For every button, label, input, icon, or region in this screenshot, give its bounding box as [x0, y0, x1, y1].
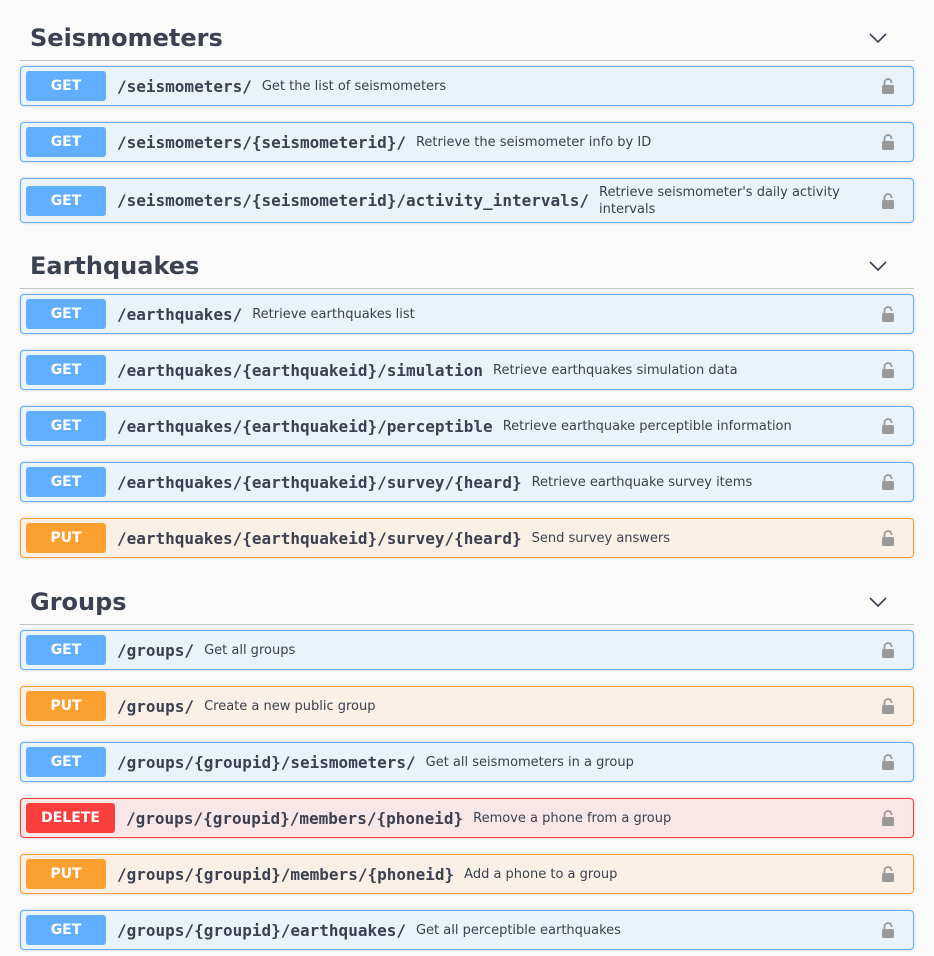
tag-header-groups[interactable]: Groups — [20, 573, 914, 625]
lock-icon[interactable] — [881, 192, 895, 210]
lock-icon[interactable] — [881, 361, 895, 379]
lock-icon[interactable] — [881, 641, 895, 659]
lock-icon[interactable] — [881, 529, 895, 547]
operation-path: /seismometers/{seismometerid}/ — [117, 132, 406, 152]
method-badge: GET — [26, 355, 106, 385]
lock-icon[interactable] — [881, 697, 895, 715]
operation-path: /seismometers/{seismometerid}/activity_i… — [117, 191, 590, 210]
operation-get-group-seismometers[interactable]: GET /groups/{groupid}/seismometers/ Get … — [20, 742, 914, 782]
operation-summary: Remove a phone from a group — [473, 810, 672, 826]
method-badge: GET — [26, 185, 106, 216]
operation-summary: Get all perceptible earthquakes — [415, 922, 621, 938]
operation-put-group-member[interactable]: PUT /groups/{groupid}/members/{phoneid} … — [20, 854, 914, 894]
operation-path: /earthquakes/{earthquakeid}/survey/{hear… — [117, 472, 522, 492]
lock-icon[interactable] — [881, 753, 895, 771]
operation-summary: Get all seismometers in a group — [425, 754, 634, 770]
operation-get-seismometer-by-id[interactable]: GET /seismometers/{seismometerid}/ Retri… — [20, 122, 914, 162]
chevron-down-icon[interactable] — [868, 31, 888, 45]
operation-path: /groups/{groupid}/seismometers/ — [117, 752, 416, 772]
operation-get-earthquake-perceptible[interactable]: GET /earthquakes/{earthquakeid}/percepti… — [20, 406, 914, 446]
lock-icon[interactable] — [881, 133, 895, 151]
method-badge: PUT — [26, 523, 106, 553]
operation-summary: Add a phone to a group — [464, 866, 618, 882]
method-badge: GET — [26, 71, 106, 101]
chevron-down-icon[interactable] — [868, 595, 888, 609]
lock-icon[interactable] — [881, 865, 895, 883]
method-badge: GET — [26, 127, 106, 157]
lock-icon[interactable] — [881, 921, 895, 939]
operation-path: /groups/ — [117, 696, 195, 716]
lock-icon[interactable] — [881, 305, 895, 323]
operation-path: /groups/{groupid}/members/{phoneid} — [117, 864, 455, 884]
operation-delete-group-member[interactable]: DELETE /groups/{groupid}/members/{phonei… — [20, 798, 914, 838]
operation-summary: Retrieve earthquake perceptible informat… — [502, 418, 792, 434]
method-badge: PUT — [26, 691, 106, 721]
operation-path: /earthquakes/ — [117, 304, 243, 324]
operation-get-seismometers[interactable]: GET /seismometers/ Get the list of seism… — [20, 66, 914, 106]
lock-icon[interactable] — [881, 809, 895, 827]
method-badge: GET — [26, 299, 106, 329]
operation-path: /earthquakes/{earthquakeid}/perceptible — [117, 416, 493, 436]
method-badge: GET — [26, 411, 106, 441]
operation-summary: Retrieve the seismometer info by ID — [415, 134, 652, 150]
operation-put-earthquake-survey[interactable]: PUT /earthquakes/{earthquakeid}/survey/{… — [20, 518, 914, 558]
operation-summary: Retrieve earthquake survey items — [531, 474, 753, 490]
operation-get-group-earthquakes[interactable]: GET /groups/{groupid}/earthquakes/ Get a… — [20, 910, 914, 950]
tag-title: Seismometers — [30, 24, 223, 52]
operation-get-earthquake-simulation[interactable]: GET /earthquakes/{earthquakeid}/simulati… — [20, 350, 914, 390]
method-badge: GET — [26, 467, 106, 497]
chevron-down-icon[interactable] — [868, 259, 888, 273]
method-badge: PUT — [26, 859, 106, 889]
tag-section-earthquakes: Earthquakes — [20, 237, 914, 289]
tag-section-groups: Groups — [20, 573, 914, 625]
operation-put-groups[interactable]: PUT /groups/ Create a new public group — [20, 686, 914, 726]
api-docs-page: Seismometers GET /seismometers/ Get the … — [0, 0, 934, 956]
operation-get-groups[interactable]: GET /groups/ Get all groups — [20, 630, 914, 670]
operation-summary: Retrieve earthquakes list — [252, 306, 415, 322]
operation-summary: Get the list of seismometers — [261, 78, 447, 94]
operation-path: /groups/ — [117, 640, 195, 660]
operation-path: /seismometers/ — [117, 76, 252, 96]
operation-summary: Retrieve earthquakes simulation data — [493, 362, 738, 378]
operation-get-earthquake-survey[interactable]: GET /earthquakes/{earthquakeid}/survey/{… — [20, 462, 914, 502]
tag-header-earthquakes[interactable]: Earthquakes — [20, 237, 914, 289]
operation-path: /earthquakes/{earthquakeid}/simulation — [117, 360, 484, 380]
lock-icon[interactable] — [881, 77, 895, 95]
operation-summary: Send survey answers — [531, 530, 671, 546]
operation-get-activity-intervals[interactable]: GET /seismometers/{seismometerid}/activi… — [20, 178, 914, 223]
method-badge: DELETE — [26, 803, 115, 833]
tag-title: Groups — [30, 588, 127, 616]
operation-path: /groups/{groupid}/members/{phoneid} — [126, 808, 464, 828]
operation-summary: Retrieve seismometer's daily activity in… — [599, 184, 840, 217]
method-badge: GET — [26, 915, 106, 945]
operation-get-earthquakes[interactable]: GET /earthquakes/ Retrieve earthquakes l… — [20, 294, 914, 334]
operation-path: /groups/{groupid}/earthquakes/ — [117, 920, 406, 940]
method-badge: GET — [26, 635, 106, 665]
operation-summary: Create a new public group — [204, 698, 376, 714]
operation-summary: Get all groups — [204, 642, 296, 658]
lock-icon[interactable] — [881, 417, 895, 435]
tag-title: Earthquakes — [30, 252, 200, 280]
method-badge: GET — [26, 747, 106, 777]
lock-icon[interactable] — [881, 473, 895, 491]
tag-section-seismometers: Seismometers — [20, 9, 914, 61]
operation-path: /earthquakes/{earthquakeid}/survey/{hear… — [117, 528, 522, 548]
tag-header-seismometers[interactable]: Seismometers — [20, 9, 914, 61]
